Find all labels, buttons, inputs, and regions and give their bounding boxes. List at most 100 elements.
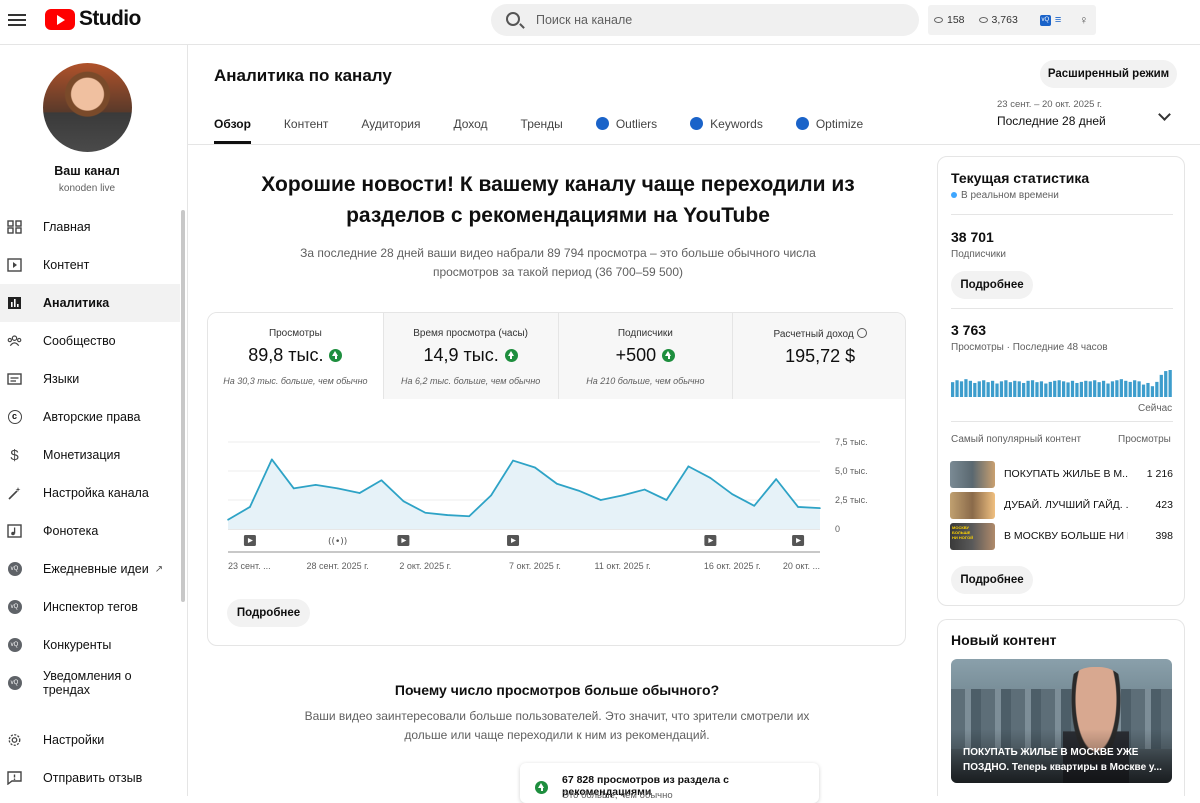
top-content-row[interactable]: ПОКУПАТЬ ЖИЛЬЕ В М... 1 216 xyxy=(950,461,1173,488)
sidebar-item-daily-ideas[interactable]: vQ Ежедневные идеи ↗ xyxy=(0,550,180,588)
sidebar-item-settings[interactable]: Настройки xyxy=(0,721,188,759)
new-content-title: Новый контент xyxy=(951,632,1057,648)
realtime-bar xyxy=(1070,380,1075,397)
x-tick-label: 23 сент. ... xyxy=(228,561,271,571)
sidebar-item-analytics[interactable]: Аналитика xyxy=(0,284,180,322)
top-content-header: Самый популярный контент xyxy=(951,434,1082,445)
realtime-bar xyxy=(1057,380,1061,397)
avatar[interactable] xyxy=(43,63,132,152)
recommendation-insight-card[interactable]: 67 828 просмотров из раздела с рекоменда… xyxy=(520,763,819,803)
views-count: 158 xyxy=(947,14,965,26)
realtime-bar-chart[interactable] xyxy=(951,370,1173,397)
realtime-card: Текущая статистика В реальном времени 38… xyxy=(937,156,1185,606)
tab-content[interactable]: Контент xyxy=(284,106,328,144)
realtime-more-button[interactable]: Подробнее xyxy=(951,271,1033,299)
sidebar-item-customization[interactable]: Настройка канала xyxy=(0,474,180,512)
sidebar-item-copyright[interactable]: c Авторские права xyxy=(0,398,180,436)
sidebar-item-community[interactable]: Сообщество xyxy=(0,322,180,360)
dollar-icon: $ xyxy=(10,446,19,464)
metric-revenue[interactable]: Расчетный доход 195,72 $ xyxy=(732,313,905,399)
realtime-bar xyxy=(964,379,968,397)
advanced-mode-button[interactable]: Расширенный режим xyxy=(1040,60,1177,88)
data-point xyxy=(380,479,383,482)
tab-overview[interactable]: Обзор xyxy=(214,106,251,144)
analytics-tabs: Обзор Контент Аудитория Доход Тренды Out… xyxy=(214,106,896,144)
tab-audience[interactable]: Аудитория xyxy=(361,106,420,144)
metric-comparison: На 6,2 тыс. больше, чем обычно xyxy=(400,376,541,386)
top-content-row[interactable]: МОСКВУ БОЛЬШЕ НИ НОГОЙ В МОСКВУ БОЛЬШЕ Н… xyxy=(950,523,1173,550)
list-icon[interactable]: ≡ xyxy=(1055,14,1061,26)
arrow-up-icon xyxy=(329,349,343,362)
data-point xyxy=(227,518,229,521)
subscribers-label: Подписчики xyxy=(951,249,1007,260)
sidebar-item-dashboard[interactable]: Главная xyxy=(0,208,180,246)
sidebar-item-languages[interactable]: Языки xyxy=(0,360,180,398)
more-button[interactable]: Подробнее xyxy=(227,599,310,627)
video-thumbnail xyxy=(950,461,995,488)
sidebar-item-audio-library[interactable]: Фонотека xyxy=(0,512,180,550)
new-video-thumbnail[interactable]: ПОКУПАТЬ ЖИЛЬЕ В МОСКВЕ УЖЕ ПОЗДНО. Тепе… xyxy=(951,659,1172,783)
realtime-bar xyxy=(1159,374,1163,397)
data-point xyxy=(468,515,470,518)
clock-icon xyxy=(856,328,867,338)
sidebar-bottom: Настройки Отправить отзыв xyxy=(0,721,188,797)
channel-name: Ваш канал xyxy=(54,164,120,178)
metric-views[interactable]: Просмотры 89,8 тыс. На 30,3 тыс. больше,… xyxy=(208,313,383,399)
data-point xyxy=(336,487,339,490)
audio-library-icon xyxy=(7,524,22,538)
sidebar-item-trend-alerts[interactable]: vQ Уведомления о трендах xyxy=(0,664,180,702)
studio-logo[interactable]: Studio xyxy=(45,7,141,30)
tab-outliers[interactable]: Outliers xyxy=(595,106,657,144)
date-range-label: Последние 28 дней xyxy=(997,114,1106,128)
realtime-bar xyxy=(1044,383,1048,397)
data-point xyxy=(249,506,251,508)
data-point xyxy=(424,511,427,514)
metric-watch-time[interactable]: Время просмотра (часы) 14,9 тыс. На 6,2 … xyxy=(382,313,558,399)
page-title: Аналитика по каналу xyxy=(214,66,392,85)
views-48h-value: 3 763 xyxy=(951,322,987,338)
tab-optimize[interactable]: Optimize xyxy=(795,106,863,144)
trophy-icon[interactable]: ♀ xyxy=(1079,13,1088,27)
realtime-bar xyxy=(982,380,986,397)
logo-text: Studio xyxy=(79,7,141,30)
menu-icon[interactable] xyxy=(8,11,26,27)
views-line-chart[interactable]: 7,5 тыс. 5,0 тыс. 2,5 тыс. 0 ((•)) 23 сент. .… xyxy=(208,399,906,599)
extension-stats[interactable]: 158 3,763 vQ ≡ ♀ xyxy=(928,5,1096,35)
copyright-icon: c xyxy=(7,410,22,424)
y-tick-label: 2,5 тыс. xyxy=(835,495,868,505)
top-content-row[interactable]: ДУБАЙ. ЛУЧШИЙ ГАЙД. ... 423 xyxy=(950,492,1173,519)
metric-title: Расчетный доход xyxy=(773,329,854,340)
x-tick-label: 20 окт. ... xyxy=(783,561,820,571)
tab-keywords[interactable]: Keywords xyxy=(690,106,763,144)
tab-revenue[interactable]: Доход xyxy=(453,106,487,144)
sidebar-item-content[interactable]: Контент xyxy=(0,246,180,284)
sidebar-item-feedback[interactable]: Отправить отзыв xyxy=(0,759,188,797)
top-content-more-button[interactable]: Подробнее xyxy=(951,566,1033,594)
metric-value: +500 xyxy=(615,345,657,365)
sidebar-item-label: Инспектор тегов xyxy=(43,600,138,614)
realtime-bar xyxy=(1146,382,1150,397)
divider xyxy=(188,144,1200,145)
date-range-selector[interactable]: 23 сент. – 20 окт. 2025 г. Последние 28 … xyxy=(997,99,1106,128)
realtime-bar xyxy=(1017,381,1021,397)
sidebar-item-monetization[interactable]: $ Монетизация xyxy=(0,436,180,474)
sidebar-item-competitors[interactable]: vQ Конкуренты xyxy=(0,626,180,664)
realtime-bar xyxy=(1155,381,1159,397)
realtime-bar xyxy=(1084,380,1088,397)
vidiq-icon[interactable]: vQ xyxy=(1039,14,1051,26)
data-point xyxy=(512,459,514,462)
search-input[interactable]: Поиск на канале xyxy=(491,4,919,36)
metric-value: 195,72 $ xyxy=(785,346,856,366)
eye-icon xyxy=(978,17,988,23)
metric-subscribers[interactable]: Подписчики +500 На 210 больше, чем обычн… xyxy=(557,313,733,399)
eye-icon xyxy=(934,17,943,23)
realtime-bar xyxy=(1039,381,1044,397)
data-point xyxy=(292,487,295,490)
realtime-bar xyxy=(1150,386,1155,397)
insight-headline: Хорошие новости! К вашему каналу чаще пе… xyxy=(261,173,855,227)
sidebar-scrollbar[interactable] xyxy=(181,210,185,602)
realtime-bar xyxy=(986,382,990,397)
sidebar-item-tag-inspector[interactable]: vQ Инспектор тегов xyxy=(0,588,180,626)
tab-trends[interactable]: Тренды xyxy=(521,106,563,144)
chevron-down-icon[interactable] xyxy=(1158,108,1171,121)
